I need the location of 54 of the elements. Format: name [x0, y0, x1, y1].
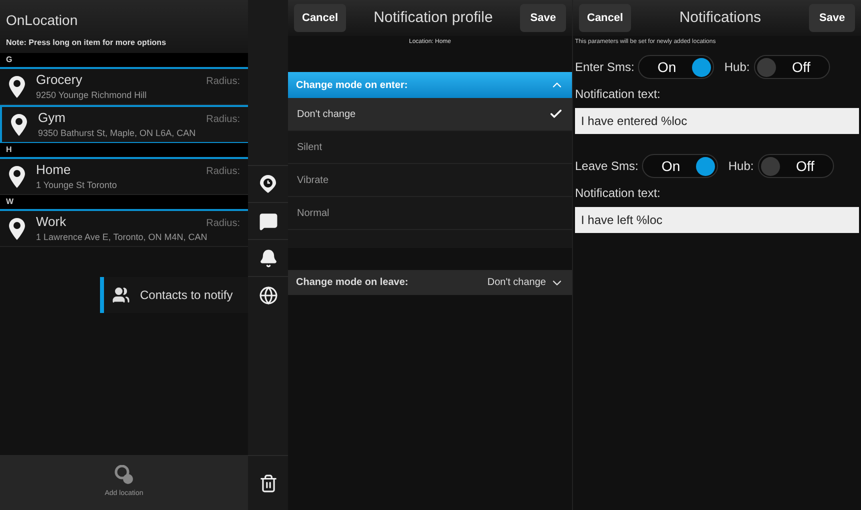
save-button[interactable]: Save	[520, 4, 566, 32]
contacts-icon	[112, 286, 130, 304]
notification-text-field[interactable]: I have entered %loc	[575, 108, 859, 134]
location-item[interactable]: Gym Radius: 9350 Bathurst St, Maple, ON L6A, CAN	[0, 105, 248, 143]
section-header: W	[0, 195, 248, 209]
check-icon	[549, 107, 563, 121]
mode-option[interactable]: Don't change	[288, 98, 572, 131]
toggle-switch[interactable]: On	[642, 154, 718, 178]
radius-label: Radius:	[206, 75, 240, 89]
note-text: Note: Press long on item for more options	[6, 37, 168, 49]
location-address: 9350 Bathurst St, Maple, ON L6A, CAN	[38, 127, 197, 139]
screen-title: Notification profile	[374, 8, 493, 28]
radius-label: Radius:	[206, 113, 240, 127]
add-location-icon	[114, 465, 134, 486]
location-address: 1 Lawrence Ave E, Toronto, ON M4N, CAN	[36, 231, 208, 243]
radius-label: Radius:	[206, 165, 240, 179]
section-header: G	[0, 53, 248, 67]
bell-icon	[258, 248, 278, 268]
leave-mode-dropdown[interactable]: Change mode on leave: Don't change	[288, 270, 572, 295]
notification-text-field[interactable]: I have left %loc	[575, 207, 859, 233]
tooltip-text: Contacts to notify	[140, 287, 233, 304]
hub-label: Hub:	[728, 158, 754, 175]
toggle-switch[interactable]: On	[638, 55, 714, 79]
cancel-button[interactable]: Cancel	[294, 4, 346, 32]
screen-title: Notifications	[679, 8, 762, 28]
field-label: Notification text:	[575, 185, 662, 202]
chat-icon	[258, 212, 278, 230]
location-name: Work	[36, 214, 66, 229]
location-address: 9250 Younge Richmond Hill	[36, 89, 148, 101]
trash-icon	[258, 474, 278, 492]
clock-pin-icon	[259, 174, 277, 194]
location-address: 1 Younge St Toronto	[36, 179, 118, 191]
toggle-switch[interactable]: Off	[758, 154, 834, 178]
location-item[interactable]: Home Radius: 1 Younge St Toronto	[0, 157, 248, 195]
section-header: H	[0, 143, 248, 157]
map-pin-icon	[8, 74, 26, 98]
location-item[interactable]: Grocery Radius: 9250 Younge Richmond Hill	[0, 67, 248, 105]
location-name: Home	[36, 162, 71, 177]
sms-label: Leave Sms:	[575, 158, 638, 175]
cancel-button[interactable]: Cancel	[579, 4, 632, 32]
map-pin-icon	[8, 164, 26, 188]
location-item[interactable]: Work Radius: 1 Lawrence Ave E, Toronto, ON M4N, CAN	[0, 209, 248, 247]
map-pin-icon	[10, 112, 28, 136]
hub-label: Hub:	[724, 59, 750, 76]
app-title: OnLocation	[6, 11, 79, 30]
save-button[interactable]: Save	[809, 4, 855, 32]
toggle-switch[interactable]: Off	[754, 55, 830, 79]
sms-label: Enter Sms:	[575, 59, 634, 76]
location-name: Grocery	[36, 72, 82, 87]
field-label: Notification text:	[575, 86, 662, 103]
globe-icon	[258, 286, 278, 304]
location-name: Gym	[38, 110, 66, 125]
map-pin-icon	[8, 216, 26, 240]
radius-label: Radius:	[206, 217, 240, 231]
